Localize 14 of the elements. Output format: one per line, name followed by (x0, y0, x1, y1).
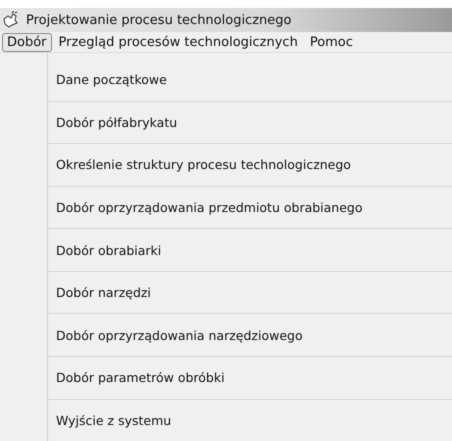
menu-item[interactable]: Dobór parametrów obróbki (56, 370, 225, 386)
menu-item[interactable]: Dobór narzędzi (56, 285, 151, 300)
menu-bar-item[interactable]: Pomoc (304, 32, 358, 52)
menu-bar-item[interactable]: Przegląd procesów technologicznych (54, 32, 303, 52)
menu-item[interactable]: Dobór oprzyrządowania przedmiotu obrabianego (56, 200, 363, 215)
menu-item[interactable]: Dobór półfabrykatu (56, 114, 178, 130)
app-icon (2, 11, 20, 29)
menu-item[interactable]: Wyjście z systemu (56, 412, 172, 428)
window-title: Projektowanie procesu technologicznego (26, 12, 292, 28)
menu-item[interactable]: Dane początkowe (56, 72, 167, 88)
menu-item[interactable]: Dobór obrabiarki (56, 242, 162, 258)
menu-item[interactable]: Dobór oprzyrządowania narzędziowego (56, 328, 303, 343)
menu-item[interactable]: Określenie struktury procesu technologicznego (56, 157, 351, 172)
menu-bar-item[interactable]: Dobór (2, 32, 52, 52)
